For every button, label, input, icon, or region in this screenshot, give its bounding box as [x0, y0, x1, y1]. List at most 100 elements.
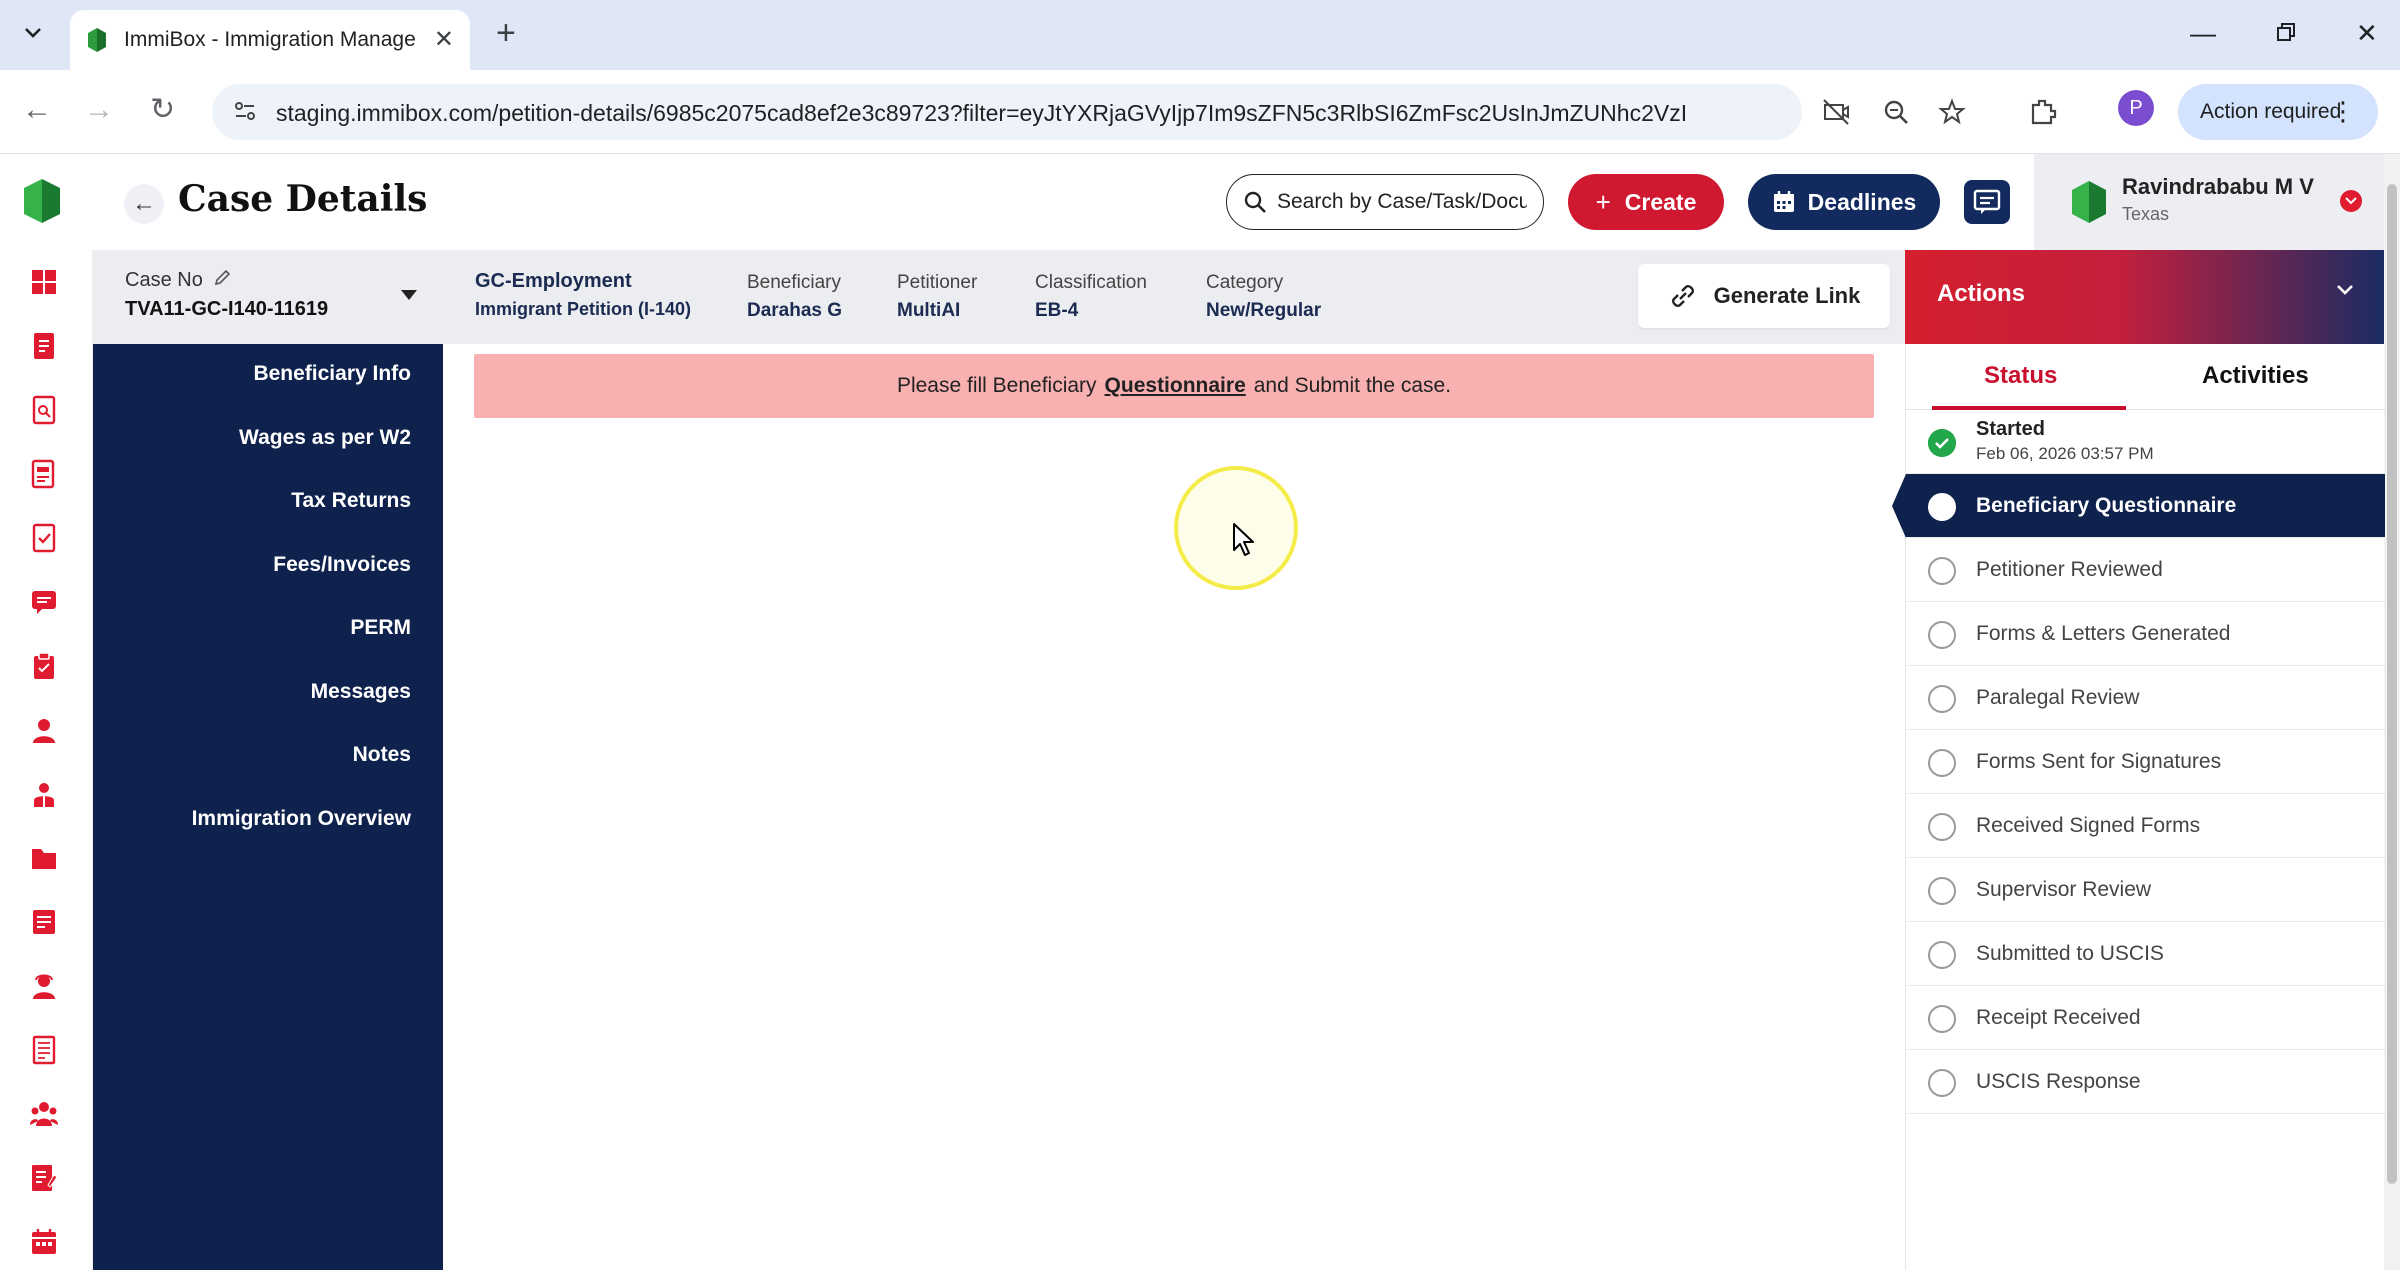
- chevron-down-icon: [25, 28, 41, 38]
- contact-icon[interactable]: [28, 778, 60, 810]
- edit-document-icon[interactable]: [28, 1162, 60, 1194]
- checklist-icon[interactable]: [28, 522, 60, 554]
- forms-icon[interactable]: [28, 458, 60, 490]
- arrow-left-icon: ←: [132, 190, 156, 217]
- user-name: Ravindrababu M V: [2122, 174, 2314, 199]
- alert-suffix: and Submit the case.: [1253, 374, 1452, 397]
- new-tab-icon[interactable]: +: [496, 16, 516, 50]
- clipboard-icon[interactable]: [28, 650, 60, 682]
- tab-search-button[interactable]: [14, 14, 52, 52]
- nav-messages[interactable]: Messages: [311, 680, 411, 704]
- profile-avatar[interactable]: P: [2118, 90, 2154, 126]
- nav-tax-returns[interactable]: Tax Returns: [291, 489, 411, 513]
- status-step-supervisor-review[interactable]: Supervisor Review: [1906, 858, 2385, 922]
- cases-icon[interactable]: [28, 330, 60, 362]
- status-step-uscis-response[interactable]: USCIS Response: [1906, 1050, 2385, 1114]
- mouse-pointer-icon: [1233, 523, 1254, 556]
- calendar-icon: [1773, 191, 1794, 212]
- user-dropdown-icon[interactable]: [2340, 190, 2362, 212]
- chevron-down-icon[interactable]: [2336, 284, 2354, 296]
- bookmark-star-icon[interactable]: [1938, 98, 1966, 126]
- classification-value: EB-4: [1035, 300, 1079, 321]
- action-required-button[interactable]: Action required ⋮: [2178, 84, 2378, 140]
- step-label: Beneficiary Questionnaire: [1976, 494, 2237, 517]
- category-block: Category New/Regular: [1206, 272, 1321, 322]
- report-icon[interactable]: [28, 1034, 60, 1066]
- step-label: Supervisor Review: [1976, 878, 2152, 901]
- user-icon[interactable]: [28, 714, 60, 746]
- chat-bubble-icon[interactable]: [28, 586, 60, 618]
- create-button[interactable]: + Create: [1568, 174, 1724, 230]
- user-menu[interactable]: Ravindrababu M V Texas: [2034, 154, 2400, 250]
- messages-button[interactable]: [1964, 180, 2010, 224]
- status-step-started[interactable]: Started Feb 06, 2026 03:57 PM: [1906, 410, 2385, 474]
- back-button[interactable]: ←: [124, 184, 164, 224]
- calendar-settings-icon[interactable]: [28, 1226, 60, 1258]
- site-settings-icon[interactable]: [232, 98, 258, 124]
- status-step-receipt-received[interactable]: Receipt Received: [1906, 986, 2385, 1050]
- global-search[interactable]: [1226, 174, 1544, 230]
- case-info-bar: Case No TVA11-GC-I140-11619 GC-Employmen…: [93, 250, 1905, 344]
- browser-tab[interactable]: ImmiBox - Immigration Manage ✕: [70, 10, 470, 70]
- page-scrollbar[interactable]: [2384, 154, 2400, 1270]
- reload-icon[interactable]: ↻: [150, 92, 175, 128]
- extensions-icon[interactable]: [2028, 96, 2058, 126]
- step-label: Paralegal Review: [1976, 686, 2140, 709]
- status-step-petitioner-reviewed[interactable]: Petitioner Reviewed: [1906, 538, 2385, 602]
- nav-immigration-overview[interactable]: Immigration Overview: [192, 807, 411, 831]
- nav-fees-invoices[interactable]: Fees/Invoices: [273, 553, 411, 577]
- edit-pencil-icon[interactable]: [214, 268, 232, 286]
- status-step-received-signed-forms[interactable]: Received Signed Forms: [1906, 794, 2385, 858]
- dashboard-icon[interactable]: [28, 266, 60, 298]
- case-number-selector[interactable]: Case No TVA11-GC-I140-11619: [125, 268, 328, 321]
- nav-wages-w2[interactable]: Wages as per W2: [239, 426, 411, 450]
- close-window-icon[interactable]: ✕: [2356, 18, 2378, 48]
- beneficiary-block: Beneficiary Darahas G: [747, 272, 842, 322]
- camera-off-icon[interactable]: [1822, 98, 1850, 126]
- minimize-icon[interactable]: —: [2190, 18, 2216, 48]
- deadlines-button[interactable]: Deadlines: [1748, 174, 1940, 230]
- document-search-icon[interactable]: [28, 394, 60, 426]
- status-step-paralegal-review[interactable]: Paralegal Review: [1906, 666, 2385, 730]
- search-input[interactable]: [1277, 190, 1527, 214]
- status-step-forms-sent-for-signatures[interactable]: Forms Sent for Signatures: [1906, 730, 2385, 794]
- actions-header[interactable]: Actions: [1905, 250, 2384, 344]
- team-icon[interactable]: [28, 1098, 60, 1130]
- immibox-logo-icon[interactable]: [22, 178, 62, 224]
- tab-activities[interactable]: Activities: [2202, 362, 2309, 390]
- step-label: Petitioner Reviewed: [1976, 558, 2163, 581]
- nav-notes[interactable]: Notes: [353, 743, 411, 767]
- actions-panel: Status Activities Started Feb 06, 2026 0…: [1892, 344, 2385, 1270]
- agent-icon[interactable]: [28, 970, 60, 1002]
- forward-arrow-icon[interactable]: →: [84, 92, 114, 128]
- app-header: ← Case Details + Create Deadlines Ravind…: [0, 154, 2400, 250]
- address-bar[interactable]: staging.immibox.com/petition-details/698…: [212, 84, 1966, 140]
- scrollbar-thumb[interactable]: [2387, 184, 2397, 1184]
- generate-link-button[interactable]: Generate Link: [1638, 264, 1890, 328]
- case-dropdown-caret-icon[interactable]: [401, 290, 417, 300]
- more-vert-icon[interactable]: ⋮: [2330, 98, 2356, 124]
- action-required-label: Action required: [2200, 100, 2342, 123]
- notes-icon[interactable]: [28, 906, 60, 938]
- petition-type: Immigrant Petition (I-140): [475, 299, 692, 319]
- step-label: Receipt Received: [1976, 1006, 2141, 1029]
- nav-perm[interactable]: PERM: [350, 616, 411, 640]
- zoom-icon[interactable]: [1882, 98, 1910, 126]
- back-arrow-icon[interactable]: ←: [22, 92, 52, 128]
- classification-label: Classification: [1035, 272, 1147, 293]
- folder-icon[interactable]: [28, 842, 60, 874]
- questionnaire-link[interactable]: Questionnaire: [1105, 374, 1246, 398]
- restore-icon[interactable]: [2276, 18, 2296, 48]
- status-step-forms-letters-generated[interactable]: Forms & Letters Generated: [1906, 602, 2385, 666]
- case-type: GC-Employment: [475, 270, 632, 292]
- step-circle-icon: [1928, 749, 1956, 777]
- case-no-value: TVA11-GC-I140-11619: [125, 298, 329, 320]
- status-step-beneficiary-questionnaire[interactable]: Beneficiary Questionnaire: [1892, 474, 2385, 538]
- tab-status[interactable]: Status: [1984, 362, 2057, 390]
- step-circle-icon: [1928, 1005, 1956, 1033]
- step-label: Received Signed Forms: [1976, 814, 2201, 837]
- status-step-submitted-to-uscis[interactable]: Submitted to USCIS: [1906, 922, 2385, 986]
- nav-beneficiary-info[interactable]: Beneficiary Info: [253, 362, 411, 386]
- step-circle-icon: [1928, 557, 1956, 585]
- close-tab-icon[interactable]: ✕: [434, 28, 454, 52]
